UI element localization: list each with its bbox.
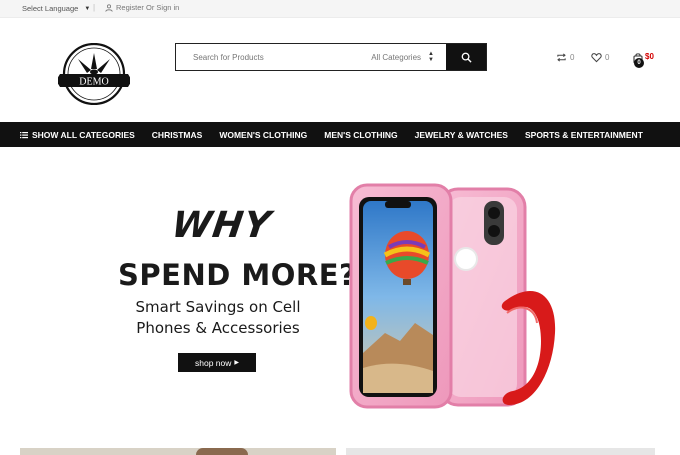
search-button[interactable] — [446, 44, 486, 70]
hero-subline-1: Smart Savings on Cell — [135, 298, 301, 316]
promo-tile-right[interactable] — [346, 448, 655, 455]
nav-label: MEN'S CLOTHING — [324, 129, 398, 140]
top-bar: Select Language ▼ | Register Or Sign in — [0, 0, 680, 18]
divider: | — [93, 3, 96, 12]
category-label: All Categories — [371, 52, 422, 62]
wishlist-count: 0 — [605, 53, 610, 62]
cart-count-badge: 0 — [634, 58, 644, 68]
caret-right-icon: ▶ — [234, 360, 239, 366]
search-input[interactable] — [176, 44, 356, 70]
nav-label: CHRISTMAS — [151, 129, 203, 140]
user-icon — [105, 3, 113, 12]
nav-label: SPORTS & ENTERTAINMENT — [524, 129, 643, 140]
nav-label: WOMEN'S CLOTHING — [219, 129, 308, 140]
shop-now-button[interactable]: shop now ▶ — [178, 353, 256, 372]
nav-label: JEWELRY & WATCHES — [414, 129, 508, 140]
nav-show-all-categories[interactable]: SHOW ALL CATEGORIES — [20, 130, 135, 140]
select-arrows-icon: ▲ ▼ — [428, 51, 434, 63]
compare-icon — [557, 53, 566, 62]
login-link[interactable]: Register Or Sign in — [105, 3, 179, 12]
nav-sports-entertainment[interactable]: SPORTS & ENTERTAINMENT — [525, 130, 643, 140]
compare-count: 0 — [570, 53, 575, 62]
nav-christmas[interactable]: CHRISTMAS — [152, 130, 203, 140]
hero-subline-2: Phones & Accessories — [136, 319, 300, 337]
language-label: Select Language — [22, 4, 79, 13]
hero-subheadline: Smart Savings on Cell Phones & Accessori… — [118, 297, 318, 339]
nav-womens-clothing[interactable]: WOMEN'S CLOTHING — [219, 130, 307, 140]
model-image — [196, 448, 248, 455]
hero-script-headline: WHY — [169, 205, 274, 246]
cart-total: $0 — [645, 52, 654, 61]
heart-icon — [591, 53, 602, 63]
site-logo[interactable]: DEMO — [58, 43, 130, 105]
phone-case-product-image — [349, 183, 556, 409]
nav-label: SHOW ALL CATEGORIES — [32, 129, 135, 140]
site-header: DEMO All Categories ▲▼ 0 0 — [0, 19, 680, 122]
language-selector[interactable]: Select Language ▼ — [22, 4, 90, 13]
login-label: Register Or Sign in — [116, 3, 180, 12]
hero-banner[interactable]: WHY SPEND MORE? Smart Savings on Cell Ph… — [0, 147, 680, 447]
caret-down-icon: ▼ — [84, 5, 91, 12]
main-navigation: SHOW ALL CATEGORIES CHRISTMAS WOMEN'S CL… — [0, 122, 680, 147]
category-select[interactable]: All Categories ▲ ▼ — [356, 44, 446, 70]
nav-jewelry-watches[interactable]: JEWELRY & WATCHES — [415, 130, 508, 140]
menu-icon — [20, 131, 28, 138]
cart-link[interactable]: 0 $0 — [630, 50, 660, 70]
shop-now-label: shop now — [194, 357, 232, 368]
compare-link[interactable]: 0 — [556, 52, 574, 63]
promo-tile-left[interactable] — [20, 448, 336, 455]
search-bar: All Categories ▲▼ — [175, 43, 487, 71]
search-icon — [461, 52, 472, 63]
wishlist-link[interactable]: 0 — [591, 52, 609, 63]
nav-mens-clothing[interactable]: MEN'S CLOTHING — [324, 130, 397, 140]
hero-headline: SPEND MORE? — [118, 258, 357, 292]
logo-text: DEMO — [79, 77, 108, 88]
